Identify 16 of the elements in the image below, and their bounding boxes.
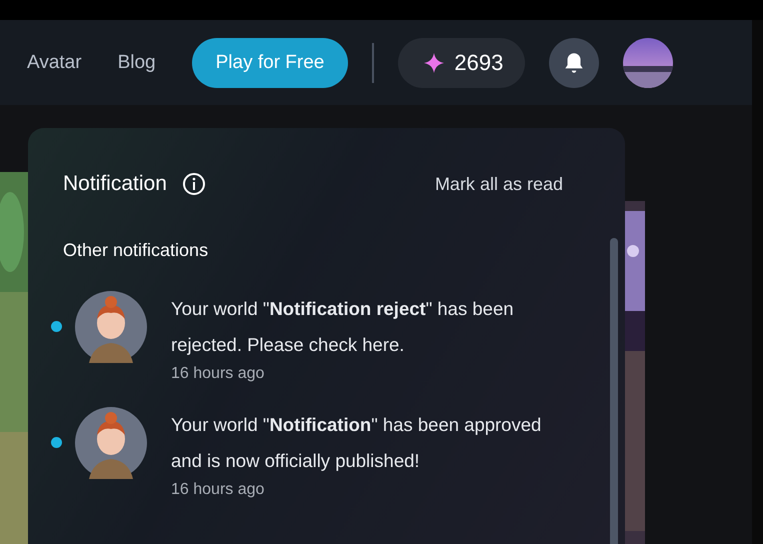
points-count: 2693 <box>454 50 504 76</box>
info-icon[interactable] <box>182 172 206 196</box>
panel-title: Notification <box>63 172 167 196</box>
mark-all-read-link[interactable]: Mark all as read <box>434 174 563 194</box>
avatar-icon <box>75 407 147 479</box>
nav-link[interactable]: Avatar <box>27 52 82 74</box>
points-badge[interactable]: 2693 <box>398 38 526 88</box>
scrollbar-thumb[interactable] <box>610 238 618 544</box>
notification-time: 16 hours ago <box>171 481 266 499</box>
notification-time: 16 hours ago <box>171 365 266 383</box>
avatar-icon <box>75 291 147 363</box>
nav-link[interactable]: Blog <box>118 52 156 74</box>
notification-text[interactable]: Your world "Notification reject" has been rejected. Please check here. <box>171 291 571 363</box>
sparkle-icon <box>424 52 444 72</box>
section-heading: Other notifications <box>63 240 210 261</box>
notification-text[interactable]: Your world "Notification" has been approved and is now officially published! <box>171 407 571 479</box>
